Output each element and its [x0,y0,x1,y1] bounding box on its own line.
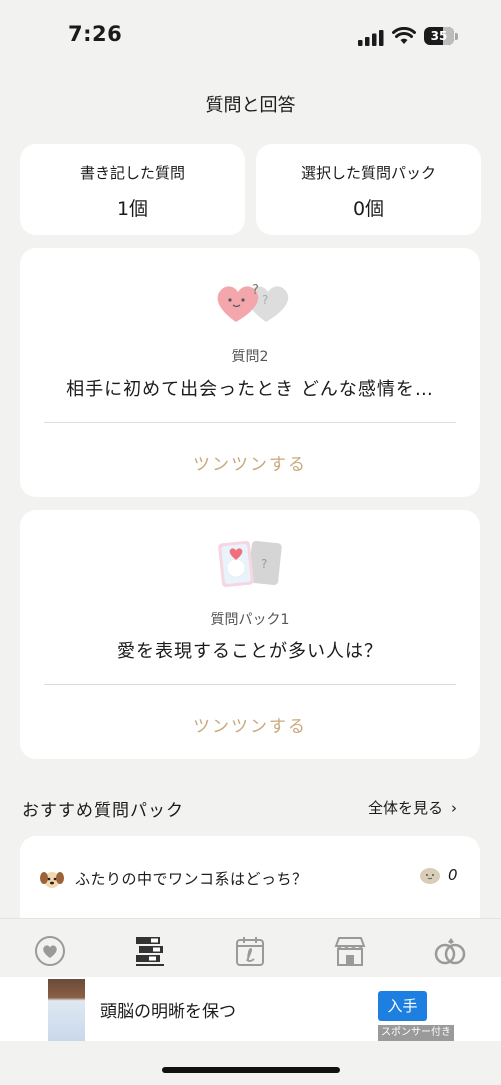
puppy-icon [40,872,64,888]
pebble-icon [420,868,440,884]
poke-button[interactable]: ツンツンする [20,450,480,475]
question-number: 質問2 [231,349,269,365]
ad-banner[interactable]: 頭脳の明晰を保つ 入手 スポンサー付き [0,977,501,1041]
status-time: 7:26 [68,22,123,46]
tab-couple-rings-icon[interactable] [433,934,467,968]
home-indicator [162,1067,340,1073]
question-pack-card[interactable]: ? 質問パック1 愛を表現することが多い人は？ ツンツンする [20,510,480,759]
chevron-right-icon: › [451,799,458,817]
svg-text:?: ? [252,283,259,298]
pack-number: 質問パック1 [210,612,290,628]
wifi-icon [392,27,416,44]
tab-calendar-icon[interactable] [233,934,267,968]
recommended-pack-item[interactable]: ふたりの中でワンコ系はどっち？ 0 [20,836,480,918]
stat-value: 1個 [116,198,149,220]
written-questions-card[interactable]: 書き記した質問 1個 [20,144,245,235]
tab-home-heart-icon[interactable] [33,934,67,968]
question-pack-cards-icon: ? [218,540,282,588]
page-title: 質問と回答 [205,95,296,116]
see-all-label: 全体を見る [368,799,444,817]
cellular-signal-icon [358,30,384,46]
divider [44,422,456,423]
battery-icon: 35 [424,27,460,47]
tab-questions-books-icon[interactable] [133,934,167,968]
selected-packs-card[interactable]: 選択した質問パック 0個 [256,144,481,235]
recommended-section-title: おすすめ質問パック [22,801,184,821]
battery-level: 35 [430,29,448,43]
svg-text:?: ? [262,293,268,307]
recommended-pack-title: ふたりの中でワンコ系はどっち？ [75,870,308,888]
poke-button[interactable]: ツンツンする [20,712,480,737]
question-card[interactable]: ? ? 質問2 相手に初めて出会ったとき どんな感情を… ツンツンする [20,248,480,497]
recommended-pack-count: 0 [448,866,458,884]
stat-label: 書き記した質問 [79,164,185,182]
svg-text:?: ? [261,557,267,571]
pack-question-text: 愛を表現することが多い人は？ [117,641,383,662]
stat-value: 0個 [352,198,385,220]
ad-sponsored-label: スポンサー付き [378,1025,454,1041]
ad-image [48,979,85,1041]
ad-get-button[interactable]: 入手 [378,991,427,1021]
tab-bar [0,918,501,977]
ad-text: 頭脳の明晰を保つ [100,1002,236,1022]
divider [44,684,456,685]
see-all-link[interactable]: 全体を見る › [368,797,457,818]
stat-label: 選択した質問パック [300,164,436,182]
tab-store-icon[interactable] [333,934,367,968]
question-text: 相手に初めて出会ったとき どんな感情を… [66,379,434,400]
hearts-icon: ? ? [217,283,289,322]
